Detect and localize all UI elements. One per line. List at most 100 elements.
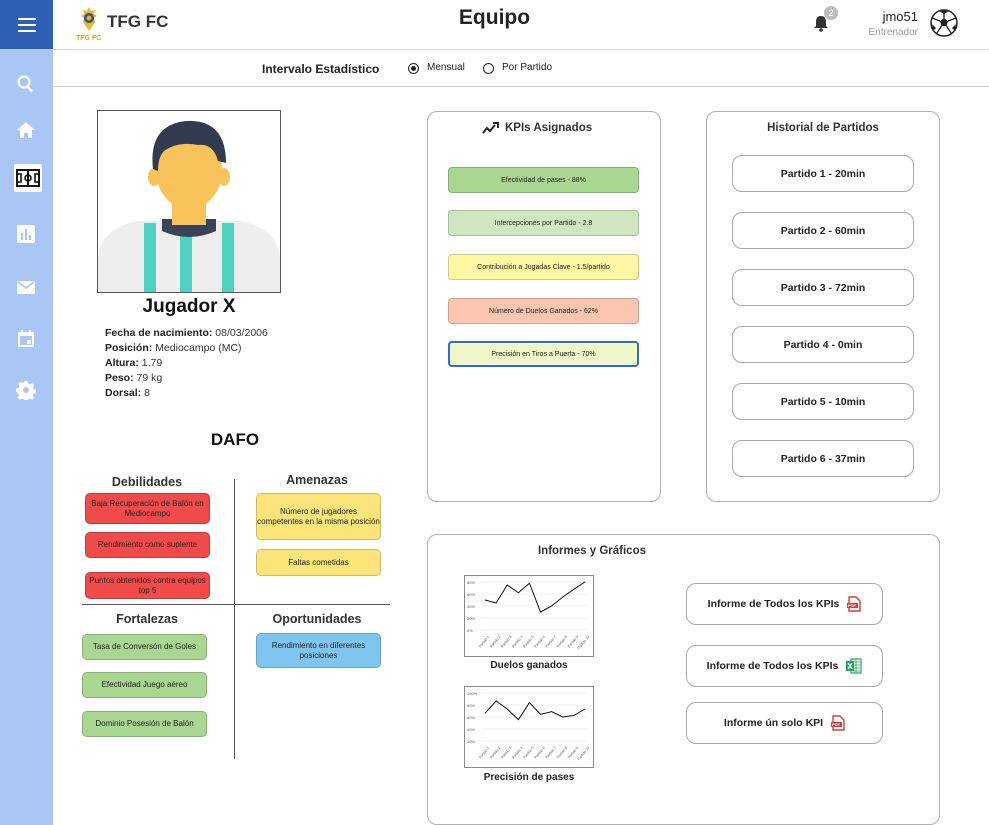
- data-point: [495, 700, 497, 702]
- player-position: Posición: Mediocampo (MC): [105, 342, 242, 354]
- dafo-amenaza-1[interactable]: Número de jugadores competentes en la mi…: [256, 493, 381, 540]
- soccer-ball-icon: [930, 9, 958, 37]
- kpi-item-selected[interactable]: Precisión en Tiros a Puerta - 70%: [448, 341, 639, 367]
- player-number: Dorsal: 8: [105, 387, 150, 399]
- match-button-2[interactable]: Partido 2 - 60min: [732, 212, 914, 249]
- dafo-fortaleza-3[interactable]: Dominio Posesión de Balón: [82, 711, 207, 737]
- y-tick-label: 60%: [467, 715, 475, 720]
- gear-icon: [16, 381, 36, 400]
- chart-duelos[interactable]: 0% 20% 40% 60% 80% Partido 1 Partido 2 Partido …: [464, 575, 594, 657]
- report-label: Informe de Todos los KPIs: [706, 660, 839, 672]
- data-point: [484, 712, 486, 714]
- chart-duelos-label: Duelos ganados: [490, 660, 568, 671]
- y-tick-label: 90%: [467, 703, 475, 708]
- dafo-amenaza-2[interactable]: Faltas cometidas: [256, 549, 381, 576]
- data-point: [573, 715, 575, 716]
- chart-precision-label: Precisión de pases: [483, 772, 575, 783]
- kpi-item[interactable]: Efectividad de pases - 88%: [448, 167, 639, 193]
- dafo-debilidad-3[interactable]: Puntos obtenidos contra equipos top 5: [85, 572, 210, 599]
- data-point: [517, 719, 519, 721]
- report-all-kpis-pdf-button[interactable]: Informe de Todos los KPIs PDF: [686, 583, 883, 625]
- player-height: Altura: 1.79: [105, 357, 163, 369]
- radio-por-partido[interactable]: [483, 63, 494, 74]
- dafo-debilidad-1[interactable]: Baja Recuperación de Balón en Mediocampo: [85, 493, 210, 524]
- dafo-fortaleza-2[interactable]: Efectividad Juego aéreo: [82, 672, 207, 698]
- report-label: Informe ún solo KPI: [723, 717, 824, 729]
- y-tick-label: 40%: [467, 727, 475, 732]
- radio-mensual[interactable]: [408, 63, 419, 74]
- dafo-fortaleza-1[interactable]: Tasa de Conversón de Goles: [82, 634, 207, 660]
- dafo-amenazas-title: Amenazas: [286, 473, 348, 487]
- dafo-oportunidad-1[interactable]: Rendimiento en diferentes posiciones: [256, 633, 381, 668]
- dafo-debilidad-2[interactable]: Rendimiento como suplente: [85, 532, 210, 558]
- report-single-kpi-pdf-button[interactable]: Informe ún solo KPI PDF: [686, 702, 883, 744]
- data-point: [517, 592, 519, 594]
- sidebar-item-settings[interactable]: [14, 378, 38, 402]
- kpi-item[interactable]: Número de Duelos Ganados - 62%: [448, 298, 639, 324]
- data-point: [551, 711, 553, 713]
- interval-label: Intervalo Estadístico: [262, 62, 380, 76]
- sidebar-item-search[interactable]: [14, 72, 38, 96]
- calendar-icon: [18, 330, 34, 347]
- y-tick-label: 60%: [467, 592, 475, 597]
- match-button-6[interactable]: Partido 6 - 37min: [732, 440, 914, 477]
- sidebar-item-stats[interactable]: [14, 222, 38, 246]
- report-label: Informe de Todos los KPIs: [707, 598, 840, 610]
- pdf-icon: PDF: [847, 596, 862, 612]
- avatar[interactable]: [929, 8, 959, 38]
- data-point: [529, 582, 530, 584]
- data-point: [540, 611, 541, 613]
- svg-text:PDF: PDF: [848, 603, 857, 608]
- dafo-vertical-divider: [234, 479, 235, 759]
- player-avatar-icon: [98, 111, 280, 292]
- kpi-item[interactable]: Contribución a Jugadas Clave - 1.5/parti…: [448, 254, 639, 280]
- radio-mensual-label[interactable]: Mensual: [427, 62, 465, 73]
- match-button-3[interactable]: Partido 3 - 72min: [732, 269, 914, 306]
- dafo-debilidades-title: Debilidades: [111, 475, 183, 489]
- match-button-5[interactable]: Partido 5 - 10min: [732, 383, 914, 420]
- user-name: jmo51: [882, 9, 918, 24]
- kpi-item[interactable]: Intercepciones por Partido - 2.8: [448, 210, 639, 236]
- series-line: [484, 581, 586, 613]
- y-tick-label: 0%: [467, 628, 473, 633]
- chart-duelos-svg: 0%20%40%60%80%Partido 1Partido 2Partido …: [467, 580, 590, 650]
- report-all-kpis-excel-button[interactable]: Informe de Todos los KPIs: [686, 645, 883, 687]
- data-point: [562, 716, 564, 718]
- data-point: [484, 599, 486, 601]
- reports-title: Informes y Gráficos: [537, 545, 646, 557]
- match-button-4[interactable]: Partido 4 - 0min: [732, 326, 914, 363]
- data-point: [495, 602, 497, 604]
- dafo-horizontal-divider: [82, 604, 390, 605]
- data-point: [584, 581, 586, 583]
- match-button-1[interactable]: Partido 1 - 20min: [732, 155, 914, 192]
- chart-precision[interactable]: 10% 40% 60% 90% 100% Partido 1 Partido 2 Partid…: [464, 686, 594, 768]
- notification-badge: 2: [824, 6, 838, 20]
- data-point: [529, 702, 530, 703]
- sidebar-item-calendar[interactable]: [14, 327, 38, 351]
- search-icon: [17, 75, 33, 93]
- player-birthdate: Fecha de nacimiento: 08/03/2006: [105, 327, 268, 339]
- data-point: [506, 584, 508, 586]
- kpis-title: KPIs Asignados: [505, 122, 593, 134]
- y-tick-label: 80%: [467, 580, 475, 585]
- data-point: [573, 588, 575, 590]
- dafo-title: DAFO: [210, 430, 260, 449]
- history-title: Historial de Partidos: [767, 122, 879, 134]
- y-tick-label: 10%: [467, 739, 475, 744]
- excel-icon: [846, 658, 862, 674]
- y-tick-label: 100%: [467, 691, 478, 696]
- sidebar-item-team[interactable]: [14, 164, 42, 192]
- y-tick-label: 40%: [467, 604, 475, 609]
- y-tick-label: 20%: [467, 616, 475, 621]
- player-name: Jugador X: [142, 296, 236, 317]
- sidebar-item-messages[interactable]: [14, 275, 38, 299]
- chart-precision-svg: 10%40%60%90%100%Partido 1Partido 2Partid…: [467, 691, 590, 761]
- data-point: [540, 713, 541, 715]
- data-point: [584, 708, 586, 710]
- radio-por-partido-label[interactable]: Por Partido: [502, 62, 552, 73]
- home-icon: [17, 122, 35, 138]
- sidebar-item-home[interactable]: [14, 118, 38, 142]
- bar-chart-icon: [17, 225, 35, 243]
- mail-icon: [17, 281, 35, 294]
- player-photo: [97, 110, 281, 293]
